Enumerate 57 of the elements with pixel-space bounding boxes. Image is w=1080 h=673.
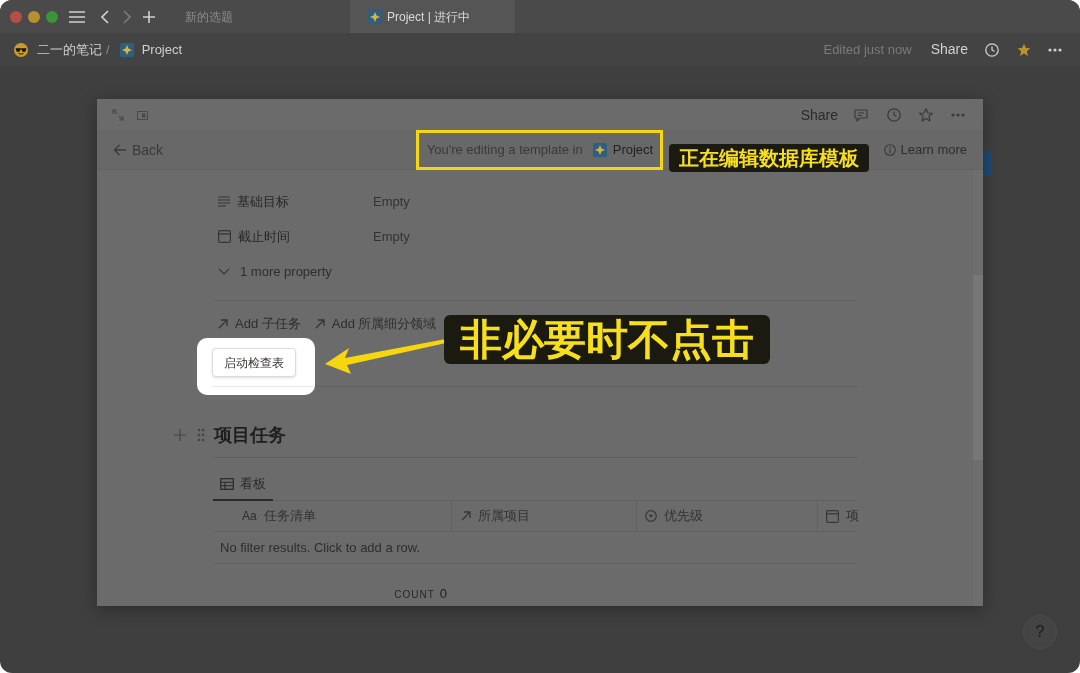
table-icon [220,478,234,490]
more-properties-button[interactable]: 1 more property [212,261,332,282]
annotation-label: 正在编辑数据库模板 [669,144,869,172]
new-tab-icon[interactable] [143,10,155,23]
page-icon [592,143,607,157]
page-icon [119,42,134,57]
side-peek-icon[interactable] [137,110,148,120]
scrollbar-thumb[interactable] [973,275,983,460]
expand-icon[interactable] [112,109,124,121]
menu-icon[interactable] [69,10,85,23]
share-button[interactable]: Share [800,104,838,126]
property-value[interactable]: Empty [373,191,410,212]
select-icon [645,510,657,522]
help-button[interactable]: ? [1023,615,1057,649]
column-header[interactable]: 项 [818,501,858,531]
property-label[interactable]: 基础目标 [212,191,373,212]
text-lines-icon [218,196,230,207]
zoom-window-button[interactable] [46,10,58,23]
count-value: 0 [439,585,447,603]
forward-chevron-icon[interactable] [123,9,131,24]
add-relation-button[interactable]: Add 子任务 [218,314,301,334]
property-value[interactable]: Empty [373,226,410,247]
hidden-button-edge [983,151,992,176]
comment-icon[interactable] [854,108,868,122]
sunglasses-face-icon [14,42,28,57]
minimize-window-button[interactable] [28,10,40,23]
share-button[interactable]: Share [930,39,968,60]
type-label: Aa [242,508,257,525]
annotation-label: 非必要时不点击 [444,315,770,364]
back-arrow-icon [113,144,127,156]
arrow-up-right-icon [314,319,325,329]
drag-handle-icon[interactable] [197,428,205,442]
browser-tab[interactable]: 新的选题 [165,0,350,33]
section-title: 项目任务 [214,423,286,447]
property-label[interactable]: 截止时间 [212,226,373,247]
breadcrumb-link[interactable]: Project [119,39,183,60]
star-icon[interactable] [1017,42,1031,57]
calendar-icon [218,230,231,243]
calendar-icon [826,509,839,523]
start-checklist-button[interactable]: 启动检查表 [212,348,296,377]
close-window-button[interactable] [10,10,22,23]
arrow-up-right-icon [461,511,471,521]
view-tab[interactable]: 看板 [213,469,273,501]
database-link[interactable]: Project [592,140,654,160]
back-chevron-icon[interactable] [101,9,109,24]
chevron-down-icon [218,268,230,275]
empty-table-message[interactable]: No filter results. Click to add a row. [212,537,421,558]
browser-tab[interactable]: Project | 进行中 [350,0,515,33]
learn-more-link[interactable]: Learn more [883,140,967,160]
more-icon[interactable] [1048,47,1062,52]
breadcrumb-link[interactable]: 二一的笔记 [14,39,102,60]
add-block-icon[interactable] [174,429,186,441]
star-icon[interactable] [919,108,933,122]
count-label: COUNT [394,588,435,602]
arrow-up-right-icon [218,319,228,329]
info-icon [883,144,896,156]
breadcrumb-separator: / [106,40,110,59]
